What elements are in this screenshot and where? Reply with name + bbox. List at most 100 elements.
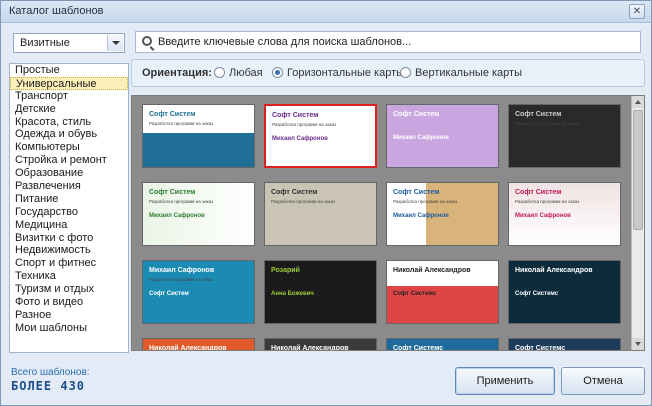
category-item[interactable]: Развлечения (10, 180, 128, 193)
category-type-select[interactable]: Визитные (13, 33, 125, 53)
dialog-body: Визитные Простые Универсальные Транспорт Де… (5, 27, 647, 401)
category-item[interactable]: Питание (10, 193, 128, 206)
radio-horizontal[interactable]: Горизонтальные карты (272, 67, 404, 79)
orientation-label: Ориентация: (142, 67, 212, 79)
category-item[interactable]: Спорт и фитнес (10, 257, 128, 270)
card-title: Михаил Сафронов (149, 267, 215, 274)
card-title: Розарий (271, 267, 300, 274)
search-placeholder: Введите ключевые слова для поиска шаблон… (158, 36, 412, 48)
search-icon (142, 36, 152, 46)
card-title: Софт Систем (149, 111, 196, 118)
category-item[interactable]: Стройка и ремонт (10, 154, 128, 167)
apply-button[interactable]: Применить (455, 367, 555, 395)
category-type-value: Визитные (20, 37, 70, 49)
card-title: Николай Александров (393, 267, 471, 274)
category-item[interactable]: Туризм и отдых (10, 283, 128, 296)
radio-horizontal-dot (272, 67, 283, 78)
card-subtitle: Разработка программ на заказ (272, 122, 337, 127)
category-item[interactable]: Универсальные (10, 76, 128, 90)
title-bar: Каталог шаблонов ✕ (1, 1, 651, 23)
card-title: Софт Систем (272, 112, 319, 119)
card-name: Анна Божевич (271, 291, 314, 297)
category-item[interactable]: Техника (10, 270, 128, 283)
card-name: Михаил Сафронов (272, 136, 328, 142)
card-name: Софт Системс (515, 291, 559, 297)
template-catalog-window: Каталог шаблонов ✕ Визитные Простые Униве… (0, 0, 652, 406)
card-name: Михаил Сафронов (149, 213, 205, 219)
orientation-bar: Ориентация: Любая Горизонтальные карты В… (131, 59, 645, 87)
template-gallery: Софт Систем Разработка программ на заказ М… (131, 95, 645, 351)
card-name: Софт Системс (393, 291, 437, 297)
card-title: Николай Александров (271, 345, 349, 351)
category-item[interactable]: Недвижимость (10, 244, 128, 257)
card-subtitle: Разработка программ на заказ (149, 277, 214, 282)
template-card[interactable]: Софт Систем Разработка программ на заказ (264, 182, 377, 246)
card-subtitle: Разработка программ на заказ (271, 199, 336, 204)
template-card[interactable]: Николай Александров Софт Системс (386, 260, 499, 324)
scroll-up-arrow-icon[interactable] (632, 96, 644, 108)
card-subtitle: Разработка программ на заказ (515, 199, 580, 204)
template-card[interactable]: Софт Систем Разработка программ на заказ М… (264, 104, 377, 168)
category-item[interactable]: Детские (10, 103, 128, 116)
template-card[interactable]: Михаил Сафронов Разработка программ на за… (142, 260, 255, 324)
category-item[interactable]: Разное (10, 309, 128, 322)
card-name: Михаил Сафронов (393, 213, 449, 219)
card-title: Софт Систем (393, 111, 440, 118)
card-title: Софт Систем (393, 189, 440, 196)
category-item[interactable]: Красота, стиль (10, 116, 128, 129)
card-title: Софт Системс (515, 345, 566, 351)
scroll-thumb[interactable] (633, 110, 643, 230)
radio-any[interactable]: Любая (214, 67, 263, 79)
card-name: Михаил Сафронов (515, 213, 571, 219)
cancel-button[interactable]: Отмена (561, 367, 645, 395)
card-name: Михаил Сафронов (149, 135, 205, 141)
close-button[interactable]: ✕ (629, 4, 645, 19)
template-card[interactable]: Софт Систем Разработка программ на заказ М… (142, 182, 255, 246)
category-item[interactable]: Фото и видео (10, 296, 128, 309)
card-subtitle: Разработка программ на заказ (149, 199, 214, 204)
card-title: Софт Системс (393, 345, 444, 351)
template-card[interactable]: Николай Александров (264, 338, 377, 351)
template-card[interactable]: Николай Александров (142, 338, 255, 351)
card-name: Софт Систем (149, 291, 189, 297)
template-card[interactable]: Софт Системс (508, 338, 621, 351)
category-item[interactable]: Визитки с фото (10, 232, 128, 245)
card-title: Софт Систем (149, 189, 196, 196)
search-field[interactable]: Введите ключевые слова для поиска шаблон… (135, 31, 641, 53)
category-item[interactable]: Государство (10, 206, 128, 219)
total-templates-label: Всего шаблонов: (11, 367, 90, 378)
card-name: Михаил Сафронов (393, 135, 449, 141)
category-item[interactable]: Образование (10, 167, 128, 180)
scroll-down-arrow-icon[interactable] (632, 338, 644, 350)
template-card[interactable]: Софт Систем Разработка программ на заказ М… (508, 182, 621, 246)
card-subtitle: Разработка программ на заказ (515, 121, 580, 126)
gallery-scrollbar[interactable] (631, 96, 644, 350)
category-item[interactable]: Медицина (10, 219, 128, 232)
category-item[interactable]: Простые (10, 64, 128, 77)
template-card[interactable]: Николай Александров Софт Системс (508, 260, 621, 324)
card-subtitle: Разработка программ на заказ (149, 121, 214, 126)
template-card[interactable]: Софт Систем Михаил Сафронов (386, 104, 499, 168)
template-card[interactable]: Софт Систем Разработка программ на заказ (508, 104, 621, 168)
category-list[interactable]: Простые Универсальные Транспорт Детские Крас… (9, 63, 129, 353)
template-card[interactable]: Софт Систем Разработка программ на заказ М… (386, 182, 499, 246)
window-title: Каталог шаблонов (9, 5, 104, 17)
radio-any-dot (214, 67, 225, 78)
template-card[interactable]: Софт Систем Разработка программ на заказ М… (142, 104, 255, 168)
card-title: Николай Александров (149, 345, 227, 351)
card-title: Софт Систем (515, 189, 562, 196)
card-title: Софт Систем (271, 189, 318, 196)
category-item[interactable]: Компьютеры (10, 141, 128, 154)
category-item[interactable]: Мои шаблоны (10, 322, 128, 335)
total-templates-value: БОЛЕЕ 430 (11, 379, 86, 393)
dropdown-arrow-icon[interactable] (107, 35, 123, 51)
template-card[interactable]: Софт Системс (386, 338, 499, 351)
card-title: Николай Александров (515, 267, 593, 274)
category-item[interactable]: Одежда и обувь (10, 128, 128, 141)
left-panel: Визитные Простые Универсальные Транспорт Де… (9, 29, 129, 353)
card-title: Софт Систем (515, 111, 562, 118)
card-subtitle: Разработка программ на заказ (393, 199, 458, 204)
category-item[interactable]: Транспорт (10, 90, 128, 103)
radio-vertical[interactable]: Вертикальные карты (400, 67, 522, 79)
template-card[interactable]: Розарий Анна Божевич (264, 260, 377, 324)
